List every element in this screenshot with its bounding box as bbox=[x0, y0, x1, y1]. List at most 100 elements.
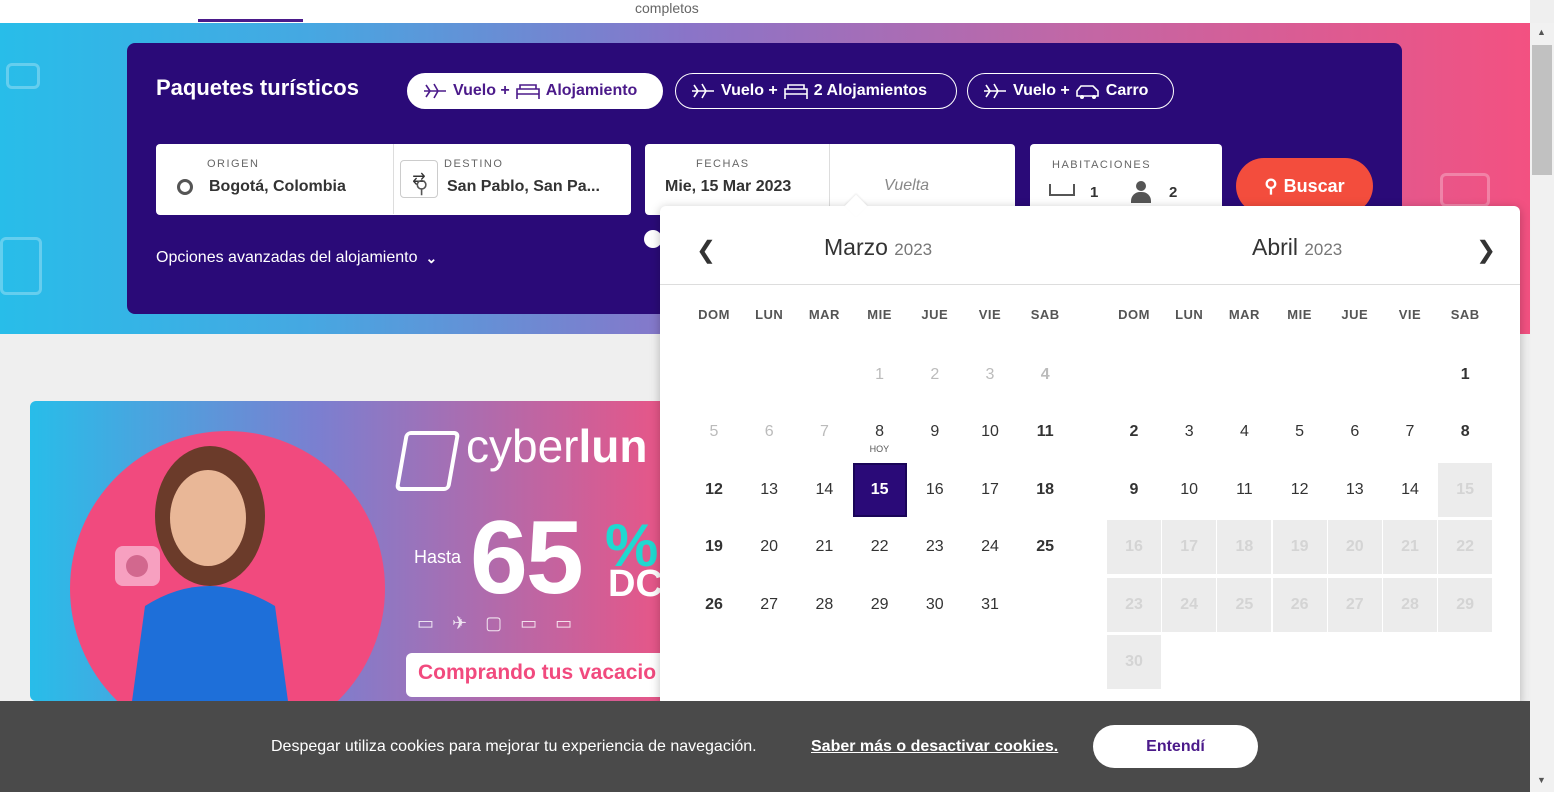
calendar-day[interactable]: 26 bbox=[687, 578, 741, 632]
calendar-day[interactable]: 14 bbox=[797, 463, 851, 517]
panel-title: Paquetes turísticos bbox=[156, 75, 359, 100]
calendar-day: 23 bbox=[1107, 578, 1161, 632]
calendar-day[interactable]: 21 bbox=[797, 520, 851, 574]
top-tab-label[interactable]: completos bbox=[635, 0, 699, 16]
calendar-day[interactable]: 20 bbox=[742, 520, 796, 574]
rooms-count: 1 bbox=[1090, 184, 1099, 201]
tab-flight-car[interactable]: Vuelo + Carro bbox=[967, 73, 1174, 109]
accept-cookies-button[interactable]: Entendí bbox=[1093, 725, 1258, 768]
calendar-day[interactable]: 5 bbox=[1273, 405, 1327, 459]
tab-flight-hotel[interactable]: Vuelo + Alojamiento bbox=[407, 73, 663, 109]
calendar-day[interactable]: 14 bbox=[1383, 463, 1437, 517]
calendar-day: 19 bbox=[1272, 520, 1327, 574]
bed-icon bbox=[1049, 184, 1075, 196]
destination-input[interactable]: San Pablo, San Pa... bbox=[447, 178, 600, 196]
tab-label: 2 Alojamientos bbox=[813, 82, 927, 99]
divider bbox=[829, 144, 830, 214]
origin-input[interactable]: Bogotá, Colombia bbox=[209, 178, 346, 196]
plane-icon bbox=[984, 83, 1006, 99]
calendar-day[interactable]: 31 bbox=[963, 578, 1017, 632]
weekday-header: JUE bbox=[1341, 307, 1369, 322]
calendar-day: 3 bbox=[985, 366, 995, 383]
calendar-day[interactable]: 12 bbox=[1273, 463, 1327, 517]
tab-prefix: Vuelo + bbox=[1013, 82, 1070, 99]
bed-icon bbox=[783, 84, 808, 99]
return-date-input[interactable]: Vuelta bbox=[884, 177, 929, 195]
calendar-day[interactable]: 3 bbox=[1162, 405, 1216, 459]
calendar-day[interactable]: 17 bbox=[963, 463, 1017, 517]
weekday-header: MIE bbox=[867, 307, 892, 322]
plane-icon bbox=[692, 83, 714, 99]
dates-label: FECHAS bbox=[696, 158, 750, 170]
calendar-day[interactable]: 28 bbox=[797, 578, 851, 632]
calendar-day: 16 bbox=[1107, 520, 1161, 574]
person-icon bbox=[1131, 181, 1151, 203]
page-scrollbar[interactable]: ▲ ▼ bbox=[1530, 23, 1554, 792]
calendar-day[interactable]: 16 bbox=[908, 463, 962, 517]
calendar-divider bbox=[660, 284, 1520, 285]
promo-banner[interactable]: cyberlun Hasta 65 % DCT ▭✈▢▭▭ Comprando … bbox=[30, 401, 670, 701]
tab-flight-2-hotels[interactable]: Vuelo + 2 Alojamientos bbox=[675, 73, 957, 109]
rooms-box[interactable]: HABITACIONES 1 2 bbox=[1030, 144, 1222, 215]
calendar-day: 20 bbox=[1327, 520, 1382, 574]
cookie-settings-link[interactable]: Saber más o desactivar cookies. bbox=[811, 738, 1058, 756]
calendar-day[interactable]: 8 bbox=[1438, 405, 1492, 459]
calendar-day[interactable]: 10 bbox=[963, 405, 1017, 459]
calendar-day[interactable]: 27 bbox=[742, 578, 796, 632]
calendar-day[interactable]: 10 bbox=[1162, 463, 1216, 517]
calendar-day: 2 bbox=[930, 366, 940, 383]
departure-date-input[interactable]: Mie, 15 Mar 2023 bbox=[665, 178, 791, 196]
calendar-day[interactable]: 4 bbox=[1217, 405, 1271, 459]
calendar-day: 30 bbox=[1107, 635, 1161, 689]
calendar-day[interactable]: 23 bbox=[908, 520, 962, 574]
calendar-day[interactable]: 11 bbox=[1217, 463, 1271, 517]
calendar-day[interactable]: 12 bbox=[687, 463, 741, 517]
model-photo bbox=[115, 446, 288, 701]
scroll-down-icon[interactable]: ▼ bbox=[1537, 775, 1546, 785]
calendar-day[interactable]: 9 bbox=[1107, 463, 1161, 517]
divider bbox=[393, 144, 394, 214]
calendar-day[interactable]: 9 bbox=[908, 405, 962, 459]
promo-discount: 65 bbox=[470, 500, 584, 616]
calendar-day[interactable]: 19 bbox=[687, 520, 741, 574]
guests-count: 2 bbox=[1169, 184, 1178, 201]
calendar-day: 27 bbox=[1327, 578, 1382, 632]
weekday-header: MAR bbox=[808, 307, 840, 322]
advanced-options-toggle[interactable]: Opciones avanzadas del alojamiento ⌄ bbox=[156, 249, 437, 267]
calendar-day[interactable]: 1 bbox=[1438, 348, 1492, 402]
weekday-header: LUN bbox=[755, 307, 784, 322]
search-icon: ⚲ bbox=[1264, 175, 1278, 196]
cart-icon bbox=[394, 431, 461, 491]
selected-day[interactable]: 15 bbox=[852, 463, 907, 517]
suitcase-icon bbox=[0, 237, 42, 295]
calendar-day[interactable]: 30 bbox=[908, 578, 962, 632]
calendar-day: 5 bbox=[709, 423, 719, 440]
calendar-day[interactable]: 2 bbox=[1107, 405, 1161, 459]
calendar-day[interactable]: 7 bbox=[1383, 405, 1437, 459]
weekday-header: DOM bbox=[698, 307, 730, 322]
tab-label: Alojamiento bbox=[545, 82, 638, 99]
calendar-day: 28 bbox=[1383, 578, 1437, 632]
calendar-day: 25 bbox=[1217, 578, 1272, 632]
chevron-down-icon: ⌄ bbox=[425, 249, 438, 266]
prev-month-icon[interactable]: ❮ bbox=[696, 236, 716, 265]
promo-tagline: Comprando tus vacacio bbox=[406, 653, 670, 697]
origin-circle-icon bbox=[177, 179, 193, 195]
calendar-day[interactable]: 18 bbox=[1018, 463, 1072, 517]
calendar-day: 4 bbox=[1040, 366, 1050, 383]
calendar-day[interactable]: 13 bbox=[742, 463, 796, 517]
next-month-icon[interactable]: ❯ bbox=[1476, 236, 1496, 265]
calendar-day[interactable]: 24 bbox=[963, 520, 1017, 574]
calendar-day[interactable]: 29 bbox=[853, 578, 907, 632]
scrollbar-thumb[interactable] bbox=[1532, 45, 1552, 175]
today-label: HOY bbox=[869, 444, 890, 454]
tab-prefix: Vuelo + bbox=[453, 82, 510, 99]
month-title-april: Abril 2023 bbox=[1252, 234, 1343, 260]
calendar-day[interactable]: 11 bbox=[1018, 405, 1072, 459]
calendar-day[interactable]: 13 bbox=[1328, 463, 1382, 517]
scroll-up-icon[interactable]: ▲ bbox=[1537, 27, 1546, 37]
calendar-day[interactable]: 22 bbox=[853, 520, 907, 574]
calendar-day[interactable]: 25 bbox=[1018, 520, 1072, 574]
calendar-day: 7 bbox=[819, 423, 829, 440]
calendar-day[interactable]: 6 bbox=[1328, 405, 1382, 459]
